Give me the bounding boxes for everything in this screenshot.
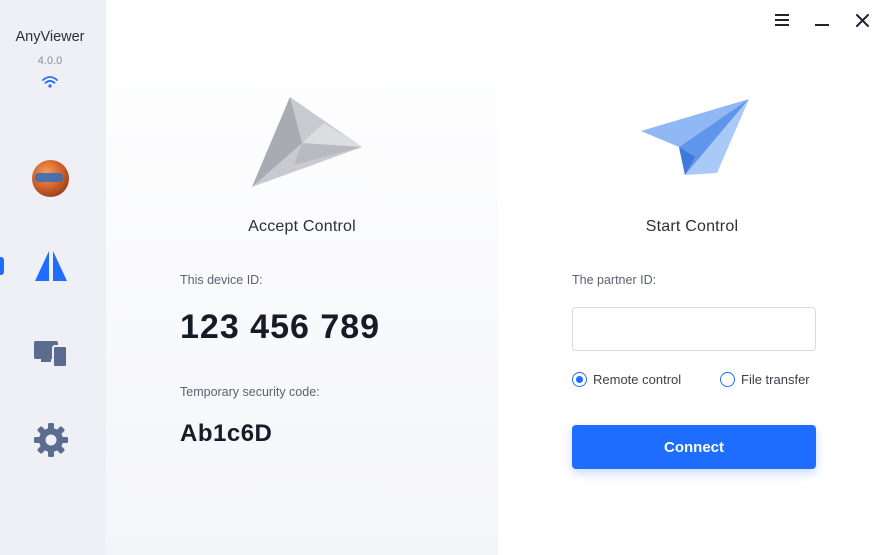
menu-icon [775,14,789,26]
accept-control-title: Accept Control [248,218,356,235]
wifi-icon [42,76,58,88]
connect-button[interactable]: Connect [572,425,816,469]
file-transfer-option[interactable]: File transfer [720,372,810,387]
minimize-icon [815,24,829,26]
device-id-label: This device ID: [180,273,263,287]
app-version: 4.0.0 [37,55,63,67]
active-nav-indicator [0,257,4,275]
minimize-button[interactable] [810,8,834,32]
menu-button[interactable] [770,8,794,32]
remote-control-label: Remote control [593,372,682,387]
close-icon [855,13,869,27]
devices-icon [34,341,68,368]
sidebar: AnyViewer 4.0.0 [0,0,106,555]
paper-plane-gray-icon [252,97,362,187]
remote-control-option[interactable]: Remote control [572,372,681,387]
sidebar-item-connect[interactable] [32,247,70,285]
titlebar [766,0,886,40]
gear-icon [34,423,68,457]
device-id: 123 456 789 [180,308,381,346]
security-code: Ab1c6D [180,420,273,447]
paper-plane-blue-icon [641,99,749,175]
partner-id-input[interactable] [572,307,816,351]
accept-control-panel: Accept Control This device ID: 123 456 7… [106,0,498,555]
file-transfer-label: File transfer [741,372,810,387]
security-code-label: Temporary security code: [180,385,320,399]
sidebar-item-devices[interactable] [32,334,70,372]
remote-control-radio[interactable] [572,372,587,387]
app-name: AnyViewer [15,29,85,45]
avatar[interactable] [32,160,69,197]
close-button[interactable] [850,8,874,32]
start-control-panel: Start Control The partner ID: Remote con… [498,0,886,555]
connect-icon [35,251,67,281]
anyviewer-window: AnyViewer 4.0.0 Accept Control This devi… [0,0,886,555]
partner-id-label: The partner ID: [572,273,657,287]
start-control-title: Start Control [645,218,739,235]
file-transfer-radio[interactable] [720,372,735,387]
sidebar-item-settings[interactable] [32,421,70,459]
